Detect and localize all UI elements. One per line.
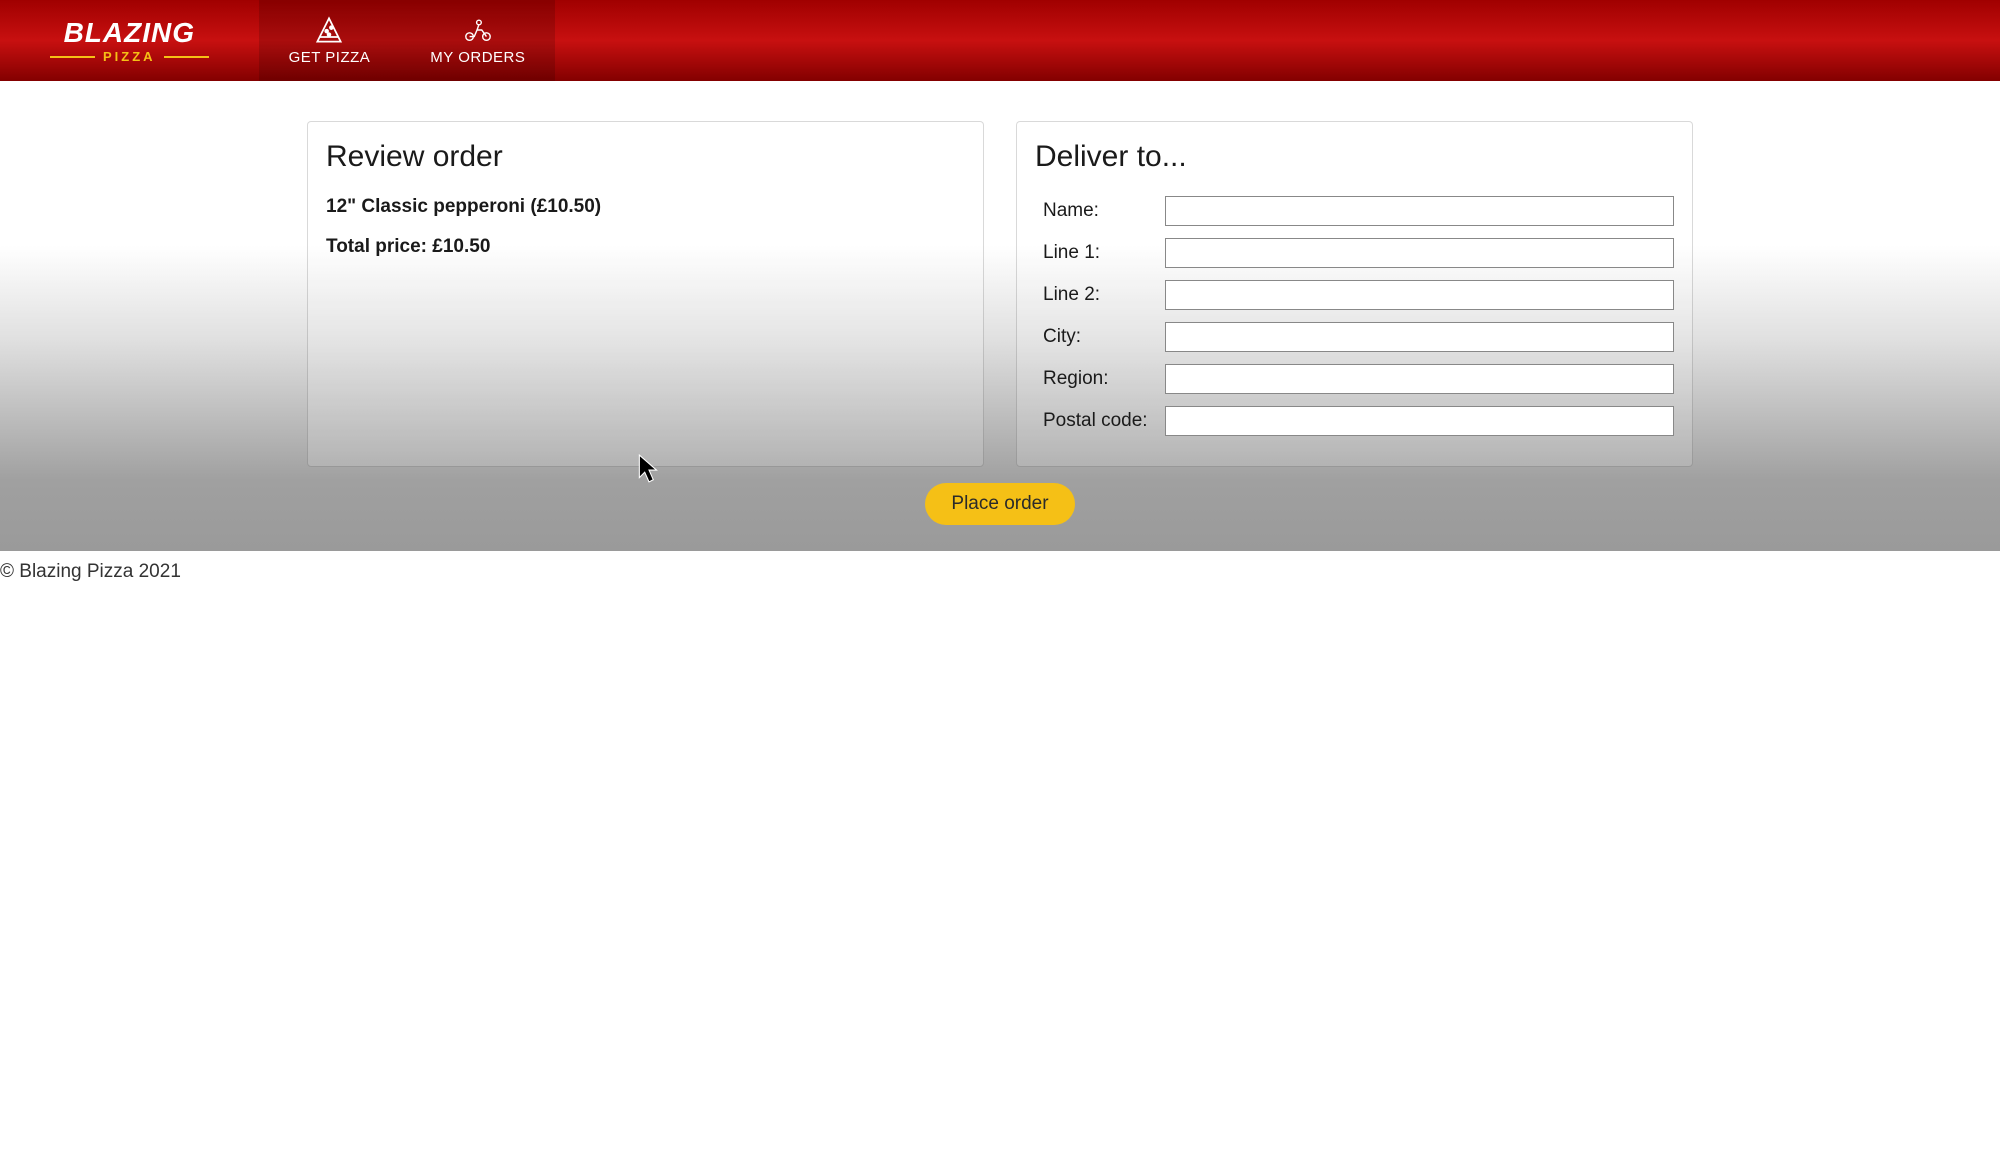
input-line2[interactable] xyxy=(1165,280,1674,310)
action-bar: Place order xyxy=(24,467,1976,551)
page-footer: © Blazing Pizza 2021 xyxy=(0,551,2000,583)
pizza-slice-icon xyxy=(314,15,344,45)
nav-get-pizza-label: GET PIZZA xyxy=(289,49,371,66)
app-header: BLAZING PIZZA GET PIZZA xyxy=(0,0,2000,81)
label-city: City: xyxy=(1035,326,1165,348)
nav-my-orders[interactable]: MY ORDERS xyxy=(400,0,555,81)
nav-my-orders-label: MY ORDERS xyxy=(430,49,525,66)
input-region[interactable] xyxy=(1165,364,1674,394)
main-nav: GET PIZZA MY ORDERS xyxy=(259,0,556,81)
input-name[interactable] xyxy=(1165,196,1674,226)
input-postal[interactable] xyxy=(1165,406,1674,436)
field-line2: Line 2: xyxy=(1035,280,1674,310)
field-name: Name: xyxy=(1035,196,1674,226)
delivery-title: Deliver to... xyxy=(1035,140,1674,174)
checkout-main: Review order 12" Classic pepperoni (£10.… xyxy=(0,81,2000,551)
field-line1: Line 1: xyxy=(1035,238,1674,268)
field-postal: Postal code: xyxy=(1035,406,1674,436)
copyright-text: © Blazing Pizza 2021 xyxy=(0,561,181,582)
review-order-panel: Review order 12" Classic pepperoni (£10.… xyxy=(307,121,984,467)
field-region: Region: xyxy=(1035,364,1674,394)
place-order-button[interactable]: Place order xyxy=(925,483,1074,525)
nav-get-pizza[interactable]: GET PIZZA xyxy=(259,0,401,81)
order-total: Total price: £10.50 xyxy=(326,236,965,258)
input-line1[interactable] xyxy=(1165,238,1674,268)
review-order-title: Review order xyxy=(326,140,965,174)
label-line1: Line 1: xyxy=(1035,242,1165,264)
delivery-panel: Deliver to... Name: Line 1: Line 2: City… xyxy=(1016,121,1693,467)
input-city[interactable] xyxy=(1165,322,1674,352)
scooter-icon xyxy=(463,15,493,45)
label-name: Name: xyxy=(1035,200,1165,222)
label-line2: Line 2: xyxy=(1035,284,1165,306)
field-city: City: xyxy=(1035,322,1674,352)
brand-name-bottom: PIZZA xyxy=(50,49,209,64)
brand-name-top: BLAZING xyxy=(64,17,195,49)
order-line-item: 12" Classic pepperoni (£10.50) xyxy=(326,196,965,218)
label-postal: Postal code: xyxy=(1035,410,1165,432)
brand-logo[interactable]: BLAZING PIZZA xyxy=(0,0,259,81)
label-region: Region: xyxy=(1035,368,1165,390)
